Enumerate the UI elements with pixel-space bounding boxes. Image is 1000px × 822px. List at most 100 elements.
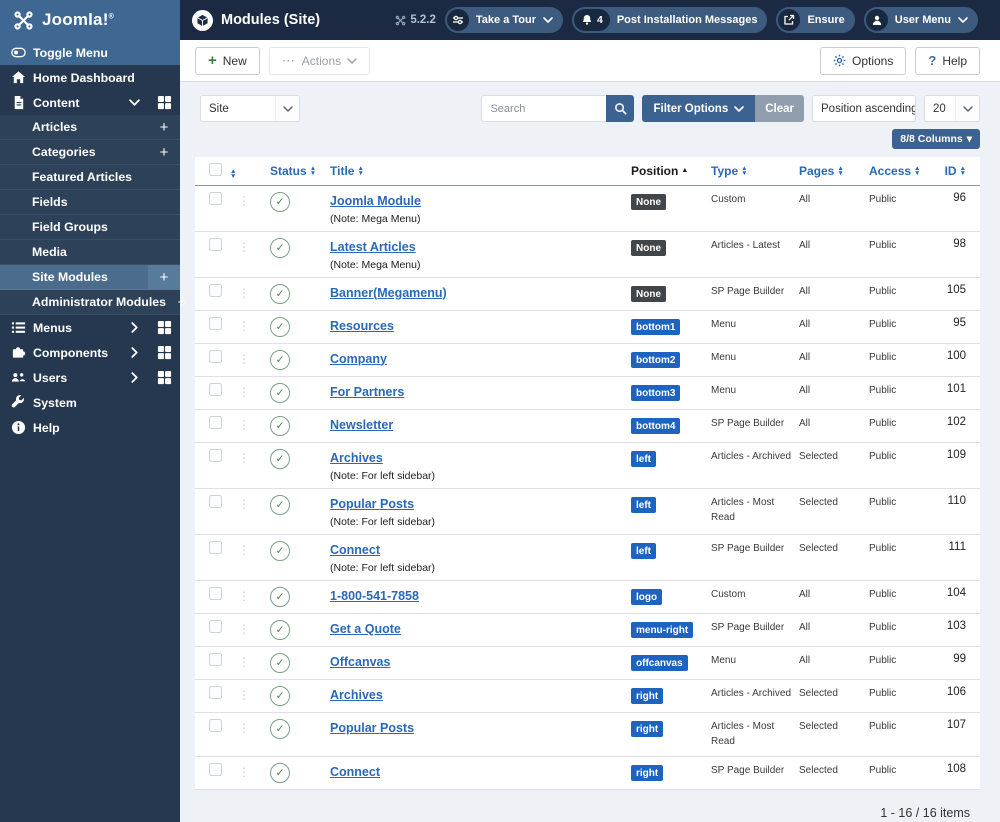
new-button[interactable]: + New <box>195 46 260 75</box>
row-checkbox[interactable] <box>209 382 222 396</box>
module-title-link[interactable]: Joomla Module <box>330 194 421 208</box>
status-published-icon[interactable]: ✓ <box>270 448 290 469</box>
plus-icon[interactable]: + <box>148 140 180 164</box>
module-title-link[interactable]: Archives <box>330 451 383 465</box>
module-title-link[interactable]: Resources <box>330 319 394 333</box>
module-title-link[interactable]: Archives <box>330 688 383 702</box>
joomla-brand[interactable]: Joomla!® <box>0 0 180 40</box>
sidebar-item-users[interactable]: Users <box>0 365 180 390</box>
sort-access-header[interactable]: Access ▲ ▼ <box>869 164 920 178</box>
row-checkbox[interactable] <box>209 415 222 429</box>
drag-handle-icon[interactable]: ⋮ <box>238 622 250 636</box>
drag-handle-icon[interactable]: ⋮ <box>238 765 250 779</box>
drag-handle-icon[interactable]: ⋮ <box>238 240 250 254</box>
sidebar-item-fields[interactable]: Fields <box>0 190 180 215</box>
take-a-tour-button[interactable]: Take a Tour <box>444 7 563 33</box>
ensure-button[interactable]: Ensure <box>776 7 855 33</box>
ordering-sort-icon[interactable]: ▲ ▼ <box>230 169 236 181</box>
status-published-icon[interactable]: ✓ <box>270 382 290 403</box>
module-title-link[interactable]: Popular Posts <box>330 721 414 735</box>
drag-handle-icon[interactable]: ⋮ <box>238 688 250 702</box>
status-published-icon[interactable]: ✓ <box>270 619 290 640</box>
search-input[interactable] <box>481 95 607 122</box>
sidebar-item-site-modules[interactable]: Site Modules + <box>0 265 180 290</box>
module-title-link[interactable]: Connect <box>330 765 380 779</box>
select-all-checkbox[interactable] <box>209 162 222 176</box>
module-title-link[interactable]: Get a Quote <box>330 622 401 636</box>
sort-status-header[interactable]: Status ▲ ▼ <box>270 164 316 178</box>
module-title-link[interactable]: Company <box>330 352 387 366</box>
drag-handle-icon[interactable]: ⋮ <box>238 721 250 735</box>
row-checkbox[interactable] <box>209 448 222 462</box>
row-checkbox[interactable] <box>209 316 222 330</box>
module-title-link[interactable]: Popular Posts <box>330 497 414 511</box>
dashboard-grid-icon[interactable] <box>148 90 180 115</box>
sidebar-item-toggle-menu[interactable]: Toggle Menu <box>0 40 180 65</box>
status-published-icon[interactable]: ✓ <box>270 316 290 337</box>
drag-handle-icon[interactable]: ⋮ <box>238 385 250 399</box>
drag-handle-icon[interactable]: ⋮ <box>238 194 250 208</box>
status-published-icon[interactable]: ✓ <box>270 652 290 673</box>
drag-handle-icon[interactable]: ⋮ <box>238 497 250 511</box>
sidebar-item-content[interactable]: Content <box>0 90 180 115</box>
module-title-link[interactable]: For Partners <box>330 385 404 399</box>
sidebar-item-media[interactable]: Media <box>0 240 180 265</box>
dashboard-grid-icon[interactable] <box>148 365 180 390</box>
search-button[interactable] <box>606 95 635 122</box>
sort-select[interactable]: Position ascending <box>812 95 916 122</box>
plus-icon[interactable]: + <box>166 290 198 314</box>
module-title-link[interactable]: 1-800-541-7858 <box>330 589 419 603</box>
sidebar-item-field-groups[interactable]: Field Groups <box>0 215 180 240</box>
dashboard-grid-icon[interactable] <box>148 315 180 340</box>
sort-position-header[interactable]: Position ▲ <box>631 164 688 178</box>
row-checkbox[interactable] <box>209 619 222 633</box>
sidebar-item-featured-articles[interactable]: Featured Articles <box>0 165 180 190</box>
columns-button[interactable]: 8/8 Columns ▾ <box>892 129 980 149</box>
row-checkbox[interactable] <box>209 685 222 699</box>
sidebar-item-menus[interactable]: Menus <box>0 315 180 340</box>
status-published-icon[interactable]: ✓ <box>270 685 290 706</box>
row-checkbox[interactable] <box>209 349 222 363</box>
row-checkbox[interactable] <box>209 494 222 508</box>
post-installation-messages-button[interactable]: 4 Post Installation Messages <box>572 7 768 33</box>
sidebar-item-home-dashboard[interactable]: Home Dashboard <box>0 65 180 90</box>
row-checkbox[interactable] <box>209 718 222 732</box>
plus-icon[interactable]: + <box>148 265 180 289</box>
sort-title-header[interactable]: Title ▲ ▼ <box>330 164 364 178</box>
row-checkbox[interactable] <box>209 191 222 205</box>
actions-button[interactable]: ⋯ Actions <box>268 46 371 75</box>
drag-handle-icon[interactable]: ⋮ <box>238 543 250 557</box>
plus-icon[interactable]: + <box>148 115 180 139</box>
status-published-icon[interactable]: ✓ <box>270 283 290 304</box>
sidebar-item-help[interactable]: Help <box>0 415 180 440</box>
row-checkbox[interactable] <box>209 283 222 297</box>
status-published-icon[interactable]: ✓ <box>270 415 290 436</box>
drag-handle-icon[interactable]: ⋮ <box>238 352 250 366</box>
dashboard-grid-icon[interactable] <box>148 340 180 365</box>
row-checkbox[interactable] <box>209 237 222 251</box>
module-title-link[interactable]: Offcanvas <box>330 655 390 669</box>
status-published-icon[interactable]: ✓ <box>270 586 290 607</box>
sidebar-item-components[interactable]: Components <box>0 340 180 365</box>
client-select[interactable]: Site <box>200 95 300 122</box>
status-published-icon[interactable]: ✓ <box>270 349 290 370</box>
module-title-link[interactable]: Newsletter <box>330 418 393 432</box>
drag-handle-icon[interactable]: ⋮ <box>238 286 250 300</box>
status-published-icon[interactable]: ✓ <box>270 718 290 739</box>
status-published-icon[interactable]: ✓ <box>270 237 290 258</box>
clear-button[interactable]: Clear <box>755 95 804 122</box>
sidebar-item-articles[interactable]: Articles + <box>0 115 180 140</box>
status-published-icon[interactable]: ✓ <box>270 191 290 212</box>
module-title-link[interactable]: Connect <box>330 543 380 557</box>
sort-id-header[interactable]: ID ▲ ▼ <box>945 164 966 178</box>
page-size-select[interactable]: 20 <box>924 95 980 122</box>
status-published-icon[interactable]: ✓ <box>270 540 290 561</box>
user-menu-button[interactable]: User Menu <box>863 7 978 33</box>
options-button[interactable]: Options <box>820 46 907 75</box>
status-published-icon[interactable]: ✓ <box>270 762 290 783</box>
sidebar-item-administrator-modules[interactable]: Administrator Modules + <box>0 290 186 315</box>
sort-type-header[interactable]: Type ▲ ▼ <box>711 164 748 178</box>
row-checkbox[interactable] <box>209 652 222 666</box>
row-checkbox[interactable] <box>209 586 222 600</box>
module-title-link[interactable]: Banner(Megamenu) <box>330 286 447 300</box>
